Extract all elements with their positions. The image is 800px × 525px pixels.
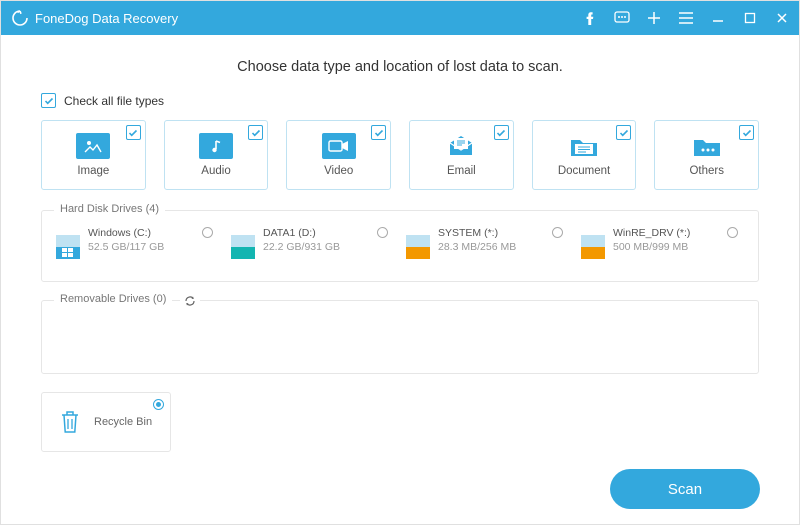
type-card-audio[interactable]: Audio bbox=[164, 120, 269, 190]
drive-system-name: SYSTEM (*:) bbox=[438, 227, 516, 239]
recycle-bin-card[interactable]: Recycle Bin bbox=[41, 392, 171, 452]
drive-winre-size: 500 MB/999 MB bbox=[613, 241, 690, 253]
video-icon bbox=[322, 133, 356, 159]
titlebar-actions bbox=[581, 9, 791, 27]
app-logo-icon bbox=[11, 9, 29, 27]
type-audio-checkbox[interactable] bbox=[248, 125, 263, 140]
maximize-icon[interactable] bbox=[741, 9, 759, 27]
email-icon bbox=[444, 133, 478, 159]
recycle-bin-radio[interactable] bbox=[153, 399, 164, 410]
file-type-grid: Image Audio Video Email bbox=[41, 120, 759, 190]
titlebar-left: FoneDog Data Recovery bbox=[11, 9, 178, 27]
type-video-label: Video bbox=[324, 165, 353, 177]
drive-winre[interactable]: WinRE_DRV (*:) 500 MB/999 MB bbox=[581, 225, 744, 269]
drive-system-radio[interactable] bbox=[552, 227, 563, 238]
type-image-checkbox[interactable] bbox=[126, 125, 141, 140]
titlebar: FoneDog Data Recovery bbox=[1, 1, 799, 35]
headline: Choose data type and location of lost da… bbox=[41, 59, 759, 75]
drive-c-size: 52.5 GB/117 GB bbox=[88, 241, 164, 253]
type-email-label: Email bbox=[447, 165, 476, 177]
minimize-icon[interactable] bbox=[709, 9, 727, 27]
feedback-icon[interactable] bbox=[613, 9, 631, 27]
drive-c[interactable]: Windows (C:) 52.5 GB/117 GB bbox=[56, 225, 219, 269]
type-card-document[interactable]: Document bbox=[532, 120, 637, 190]
type-document-label: Document bbox=[558, 165, 610, 177]
trash-icon bbox=[56, 407, 84, 437]
drive-winre-radio[interactable] bbox=[727, 227, 738, 238]
drive-d-size: 22.2 GB/931 GB bbox=[263, 241, 340, 253]
drive-c-name: Windows (C:) bbox=[88, 227, 164, 239]
drive-system[interactable]: SYSTEM (*:) 28.3 MB/256 MB bbox=[406, 225, 569, 269]
refresh-icon[interactable] bbox=[180, 293, 200, 309]
image-icon bbox=[76, 133, 110, 159]
check-all-label: Check all file types bbox=[64, 94, 164, 108]
document-icon bbox=[567, 133, 601, 159]
drive-c-radio[interactable] bbox=[202, 227, 213, 238]
drive-winre-name: WinRE_DRV (*:) bbox=[613, 227, 690, 239]
main-content: Choose data type and location of lost da… bbox=[1, 35, 799, 452]
hdd-legend: Hard Disk Drives (4) bbox=[54, 203, 165, 215]
type-others-checkbox[interactable] bbox=[739, 125, 754, 140]
others-icon bbox=[690, 133, 724, 159]
audio-icon bbox=[199, 133, 233, 159]
type-image-label: Image bbox=[77, 165, 109, 177]
facebook-icon[interactable] bbox=[581, 9, 599, 27]
type-card-image[interactable]: Image bbox=[41, 120, 146, 190]
check-all-row[interactable]: Check all file types bbox=[41, 93, 759, 108]
drive-row: Windows (C:) 52.5 GB/117 GB DATA1 (D:) 2… bbox=[56, 225, 744, 269]
drive-d-name: DATA1 (D:) bbox=[263, 227, 340, 239]
drive-d-radio[interactable] bbox=[377, 227, 388, 238]
scan-button[interactable]: Scan bbox=[610, 469, 760, 509]
menu-icon[interactable] bbox=[677, 9, 695, 27]
removable-section: Removable Drives (0) bbox=[41, 300, 759, 374]
type-others-label: Others bbox=[689, 165, 724, 177]
hdd-section: Hard Disk Drives (4) Windows (C:) 52.5 G… bbox=[41, 210, 759, 282]
type-email-checkbox[interactable] bbox=[494, 125, 509, 140]
type-card-email[interactable]: Email bbox=[409, 120, 514, 190]
recycle-bin-label: Recycle Bin bbox=[94, 416, 152, 428]
footer: Scan bbox=[610, 469, 760, 509]
type-audio-label: Audio bbox=[201, 165, 230, 177]
removable-empty bbox=[56, 315, 744, 361]
type-card-video[interactable]: Video bbox=[286, 120, 391, 190]
drive-system-size: 28.3 MB/256 MB bbox=[438, 241, 516, 253]
scan-button-label: Scan bbox=[668, 481, 702, 498]
drive-d[interactable]: DATA1 (D:) 22.2 GB/931 GB bbox=[231, 225, 394, 269]
app-title: FoneDog Data Recovery bbox=[35, 11, 178, 26]
check-all-checkbox[interactable] bbox=[41, 93, 56, 108]
type-document-checkbox[interactable] bbox=[616, 125, 631, 140]
type-card-others[interactable]: Others bbox=[654, 120, 759, 190]
close-icon[interactable] bbox=[773, 9, 791, 27]
type-video-checkbox[interactable] bbox=[371, 125, 386, 140]
removable-legend: Removable Drives (0) bbox=[54, 293, 172, 305]
plus-icon[interactable] bbox=[645, 9, 663, 27]
